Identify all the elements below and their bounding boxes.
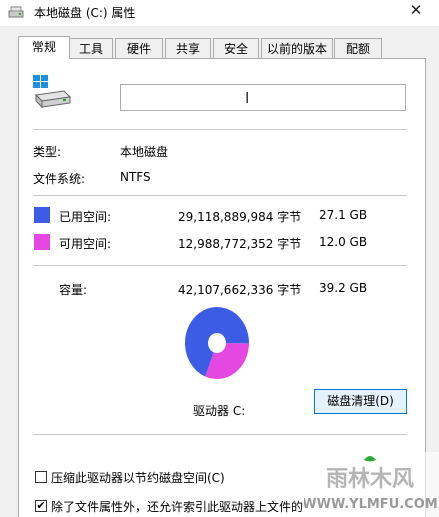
separator	[33, 195, 407, 196]
window-title: 本地磁盘 (C:) 属性	[34, 6, 136, 20]
tab-security[interactable]: 安全	[213, 38, 259, 58]
close-button[interactable]: ✕	[401, 0, 431, 22]
disk-usage-chart	[185, 307, 249, 379]
chart-hole	[208, 333, 226, 353]
drive-icon	[33, 75, 71, 109]
drive-letter-label: 驱动器 C:	[193, 404, 246, 418]
title-bar: 本地磁盘 (C:) 属性 ✕	[0, 0, 439, 26]
index-label: 除了文件属性外，还允许索引此驱动器上文件的	[51, 500, 304, 514]
tab-hardware[interactable]: 硬件	[115, 38, 163, 58]
tab-previous-versions[interactable]: 以前的版本	[261, 38, 333, 58]
tab-strip: 常规 工具 硬件 共享 安全 以前的版本 配额	[18, 36, 428, 59]
capacity-size: 39.2 GB	[319, 281, 368, 295]
svg-text:WWW.YLMFU.COM: WWW.YLMFU.COM	[304, 497, 438, 512]
compress-checkbox[interactable]	[35, 471, 47, 483]
compress-label: 压缩此驱动器以节约磁盘空间(C)	[51, 471, 225, 485]
tab-quota[interactable]: 配额	[334, 38, 382, 58]
free-space-bytes: 12,988,772,352 字节	[178, 237, 302, 251]
filesystem-label: 文件系统:	[33, 172, 86, 186]
type-value: 本地磁盘	[120, 145, 169, 159]
type-label: 类型:	[33, 145, 62, 159]
used-space-swatch	[34, 207, 50, 223]
separator	[33, 129, 407, 130]
free-space-swatch	[34, 234, 50, 250]
svg-text:雨林木风: 雨林木风	[326, 467, 414, 492]
capacity-bytes: 42,107,662,336 字节	[178, 283, 302, 297]
used-space-label: 已用空间:	[59, 210, 112, 224]
site-watermark-logo: 雨林木风 WWW.YLMFU.COM	[304, 452, 439, 517]
separator	[33, 265, 407, 266]
capacity-label: 容量:	[59, 283, 88, 297]
tab-tools[interactable]: 工具	[69, 38, 113, 58]
drive-icon	[8, 6, 24, 18]
index-checkbox[interactable]: ✔	[35, 500, 47, 512]
tab-general[interactable]: 常规	[18, 36, 70, 59]
tab-sharing[interactable]: 共享	[165, 38, 211, 58]
used-space-size: 27.1 GB	[319, 208, 368, 222]
filesystem-value: NTFS	[120, 170, 151, 184]
disk-cleanup-button[interactable]: 磁盘清理(D)	[314, 389, 407, 414]
text-cursor-icon: I	[245, 89, 250, 107]
free-space-label: 可用空间:	[59, 237, 112, 251]
free-space-size: 12.0 GB	[319, 235, 368, 249]
separator	[33, 434, 407, 435]
used-space-bytes: 29,118,889,984 字节	[178, 210, 302, 224]
drive-name-input[interactable]	[120, 84, 406, 111]
